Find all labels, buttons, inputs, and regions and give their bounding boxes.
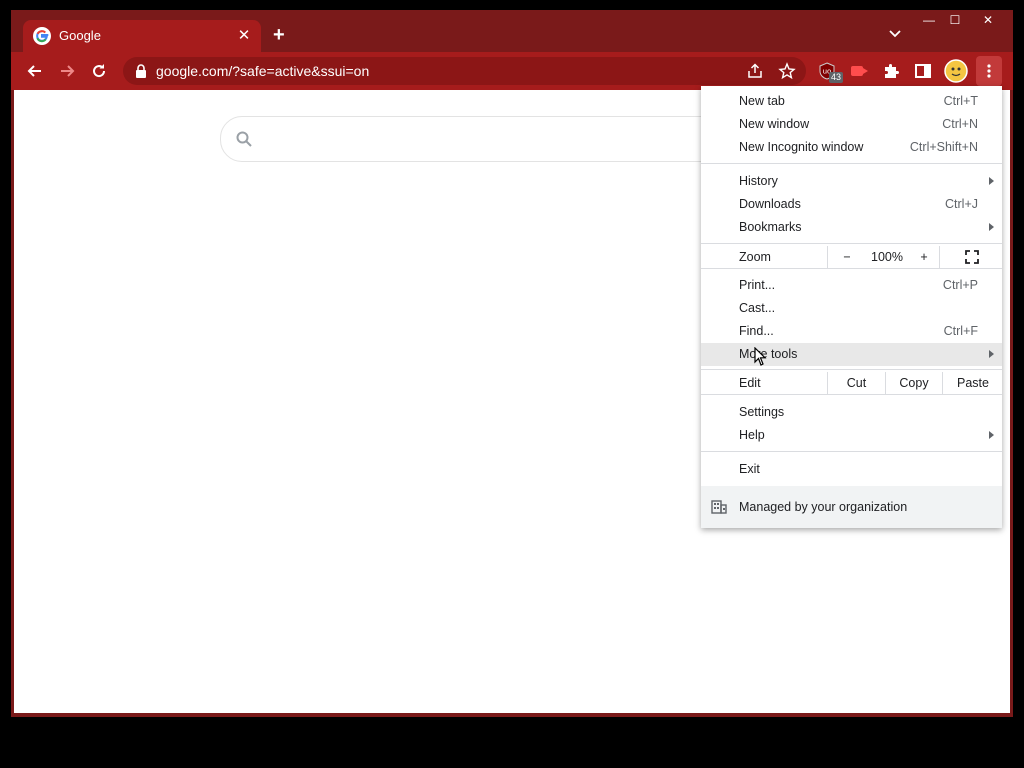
menu-item-find[interactable]: Find... Ctrl+F xyxy=(701,320,1002,343)
menu-item-label: More tools xyxy=(739,347,798,361)
menu-item-shortcut: Ctrl+J xyxy=(945,197,978,211)
menu-item-print[interactable]: Print... Ctrl+P xyxy=(701,274,1002,297)
close-window-button[interactable]: ✕ xyxy=(973,10,1003,30)
toolbar: google.com/?safe=active&ssui=on uo 43 xyxy=(11,52,1013,90)
copy-button[interactable]: Copy xyxy=(885,372,942,394)
side-panel-icon[interactable] xyxy=(913,61,933,81)
fullscreen-button[interactable] xyxy=(939,246,1003,268)
minimize-button[interactable]: — xyxy=(919,10,939,30)
tab-google[interactable]: Google ✕ xyxy=(23,20,261,52)
fullscreen-icon xyxy=(964,250,979,264)
zoom-out-button[interactable]: − xyxy=(827,246,866,268)
star-icon[interactable] xyxy=(778,62,796,80)
submenu-arrow-icon xyxy=(989,431,994,439)
menu-item-shortcut: Ctrl+N xyxy=(942,117,978,131)
zoom-level: 100% xyxy=(871,250,903,264)
menu-item-history[interactable]: History xyxy=(701,170,1002,193)
reload-icon[interactable] xyxy=(89,61,109,81)
menu-item-label: New Incognito window xyxy=(739,140,864,154)
menu-item-label: History xyxy=(739,174,778,188)
menu-divider xyxy=(701,268,1002,269)
menu-item-new-incognito-window[interactable]: New Incognito window Ctrl+Shift+N xyxy=(701,136,1002,159)
tab-title: Google xyxy=(59,28,101,43)
menu-item-exit[interactable]: Exit xyxy=(701,458,1002,481)
title-bar: Google ✕ + — ☐ ✕ xyxy=(11,10,1013,52)
managed-label: Managed by your organization xyxy=(739,500,908,514)
menu-item-label: Print... xyxy=(739,278,776,292)
back-icon[interactable] xyxy=(25,61,45,81)
building-icon xyxy=(711,500,727,514)
address-bar[interactable]: google.com/?safe=active&ssui=on xyxy=(123,57,806,85)
menu-item-new-tab[interactable]: New tab Ctrl+T xyxy=(701,90,1002,113)
menu-item-more-tools[interactable]: More tools xyxy=(701,343,1002,366)
menu-item-downloads[interactable]: Downloads Ctrl+J xyxy=(701,193,1002,216)
maximize-button[interactable]: ☐ xyxy=(945,10,965,30)
zoom-in-button[interactable]: + xyxy=(909,246,939,268)
menu-item-label: New window xyxy=(739,117,810,131)
tab-search-icon[interactable] xyxy=(887,25,903,41)
menu-item-label: New tab xyxy=(739,94,785,108)
menu-item-label: Bookmarks xyxy=(739,220,802,234)
menu-divider xyxy=(701,394,1002,395)
menu-item-label: Help xyxy=(739,428,765,442)
puzzle-icon[interactable] xyxy=(881,61,901,81)
search-icon xyxy=(236,131,252,147)
submenu-arrow-icon xyxy=(989,223,994,231)
cut-button[interactable]: Cut xyxy=(827,372,885,394)
menu-divider xyxy=(701,451,1002,452)
menu-item-label: Cast... xyxy=(739,301,776,315)
ublock-badge: 43 xyxy=(829,72,844,83)
kebab-menu-icon xyxy=(987,64,991,78)
search-input[interactable] xyxy=(220,116,742,162)
submenu-arrow-icon xyxy=(989,350,994,358)
mouse-cursor xyxy=(754,347,767,366)
menu-item-shortcut: Ctrl+T xyxy=(943,94,978,108)
chrome-menu: New tab Ctrl+T New window Ctrl+N New Inc… xyxy=(701,86,1002,528)
google-favicon xyxy=(33,27,51,45)
cast-icon[interactable] xyxy=(849,61,869,81)
menu-item-label: Exit xyxy=(739,462,760,476)
close-icon[interactable]: ✕ xyxy=(235,26,253,44)
menu-item-shortcut: Ctrl+P xyxy=(942,278,978,292)
menu-item-label: Find... xyxy=(739,324,774,338)
menu-divider xyxy=(701,243,1002,244)
new-tab-button[interactable]: + xyxy=(273,24,285,46)
menu-divider xyxy=(701,369,1002,370)
zoom-row: Zoom − 100% + xyxy=(701,246,1002,268)
edit-row: Edit Cut Copy Paste xyxy=(701,372,1002,394)
forward-icon[interactable] xyxy=(57,61,77,81)
avatar[interactable] xyxy=(944,59,968,83)
kebab-menu-button[interactable] xyxy=(976,56,1002,86)
lock-icon[interactable] xyxy=(135,64,147,78)
managed-by-organization[interactable]: Managed by your organization xyxy=(701,486,1002,528)
menu-item-bookmarks[interactable]: Bookmarks xyxy=(701,216,1002,239)
ublock-icon[interactable]: uo 43 xyxy=(817,61,844,83)
share-icon[interactable] xyxy=(746,62,764,80)
menu-item-help[interactable]: Help xyxy=(701,424,1002,447)
menu-item-cast[interactable]: Cast... xyxy=(701,297,1002,320)
menu-item-label: Downloads xyxy=(739,197,801,211)
menu-divider xyxy=(701,163,1002,164)
url-text: google.com/?safe=active&ssui=on xyxy=(156,63,370,79)
menu-item-new-window[interactable]: New window Ctrl+N xyxy=(701,113,1002,136)
submenu-arrow-icon xyxy=(989,177,994,185)
menu-item-label: Settings xyxy=(739,405,785,419)
edit-label: Edit xyxy=(739,376,761,390)
menu-item-shortcut: Ctrl+Shift+N xyxy=(909,140,978,154)
menu-item-settings[interactable]: Settings xyxy=(701,401,1002,424)
menu-item-shortcut: Ctrl+F xyxy=(943,324,978,338)
zoom-label: Zoom xyxy=(739,250,771,264)
paste-button[interactable]: Paste xyxy=(942,372,1003,394)
